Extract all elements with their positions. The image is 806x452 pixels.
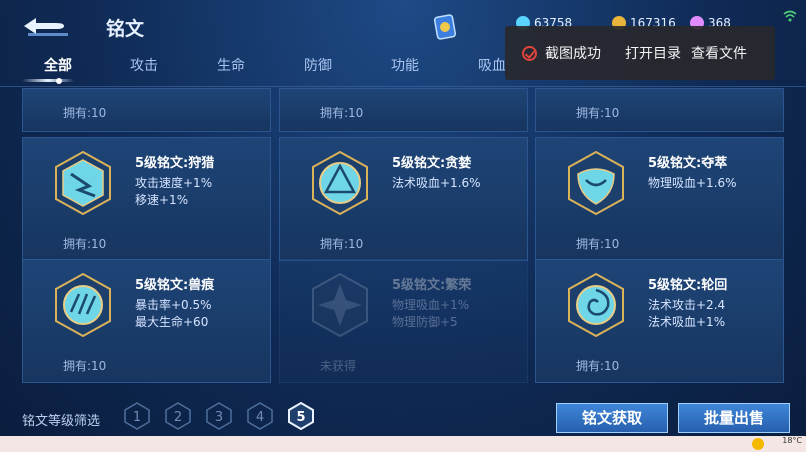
obtain-inscription-button[interactable]: 铭文获取	[556, 403, 668, 433]
inscription-stat: 法术吸血+1%	[648, 315, 726, 329]
level-filter-label: 铭文等级筛选	[22, 414, 101, 429]
level-filter-4[interactable]: 4	[247, 402, 273, 430]
weather-temperature: 18°C	[782, 436, 802, 445]
level-filter-5[interactable]: 5	[288, 402, 314, 430]
header-divider	[0, 86, 806, 87]
system-taskbar: 18°C	[0, 436, 806, 452]
level-filter-3[interactable]: 3	[206, 402, 232, 430]
inscription-card-prosperity[interactable]: 5级铭文:繁荣 物理吸血+1% 物理防御+5 未获得	[279, 259, 528, 383]
inscription-stat: 攻击速度+1%	[135, 176, 213, 190]
inscription-prosperity-icon	[312, 272, 368, 338]
inscription-beast-icon	[55, 272, 111, 338]
tab-all[interactable]: 全部	[44, 55, 72, 75]
level-filter-2[interactable]: 2	[165, 402, 191, 430]
inscription-greed-icon	[312, 150, 368, 216]
inscription-name: 5级铭文:贪婪	[392, 156, 472, 171]
inscription-name: 5级铭文:兽痕	[135, 278, 215, 293]
owned-count: 拥有:10	[63, 237, 107, 251]
inscription-name: 5级铭文:轮回	[648, 278, 728, 293]
screenshot-toast: 截图成功 打开目录 查看文件	[505, 26, 775, 80]
view-file-link[interactable]: 查看文件	[691, 43, 747, 63]
inscription-card[interactable]: 拥有:10	[22, 88, 271, 132]
level-filter-1[interactable]: 1	[124, 402, 150, 430]
level-2-label: 2	[174, 410, 182, 425]
tab-bar: 全部 攻击 生命 防御 功能 吸血	[0, 55, 520, 85]
inscription-card-beast[interactable]: 5级铭文:兽痕 暴击率+0.5% 最大生命+60 拥有:10	[22, 259, 271, 383]
inscription-stat: 法术攻击+2.4	[648, 298, 726, 312]
tab-health[interactable]: 生命	[217, 55, 245, 75]
open-directory-link[interactable]: 打开目录	[625, 43, 681, 63]
inscription-stat: 暴击率+0.5%	[135, 298, 212, 312]
check-circle-icon	[522, 45, 537, 61]
inscription-card-plunder[interactable]: 5级铭文:夺萃 物理吸血+1.6% 拥有:10	[535, 137, 784, 261]
wifi-icon	[783, 10, 797, 22]
level-4-label: 4	[256, 410, 264, 425]
tab-utility[interactable]: 功能	[391, 55, 419, 75]
level-3-label: 3	[215, 410, 223, 425]
inscription-card-hunt[interactable]: 5级铭文:狩猎 攻击速度+1% 移速+1% 拥有:10	[22, 137, 271, 261]
inscription-card-greed[interactable]: 5级铭文:贪婪 法术吸血+1.6% 拥有:10	[279, 137, 528, 261]
owned-count: 拥有:10	[63, 359, 107, 373]
tab-lifesteal[interactable]: 吸血	[478, 55, 506, 75]
owned-count: 拥有:10	[576, 359, 620, 373]
bottom-bar: 铭文等级筛选 1 2 3 4 5 铭文获取 批量出售	[0, 396, 806, 436]
inscription-bag-icon[interactable]	[432, 12, 458, 42]
inscription-name: 5级铭文:夺萃	[648, 156, 728, 171]
inscription-card[interactable]: 拥有:10	[279, 88, 528, 132]
tab-defense[interactable]: 防御	[304, 55, 332, 75]
toast-message: 截图成功	[545, 46, 601, 62]
status-indicator	[778, 10, 802, 40]
inscription-stat: 最大生命+60	[135, 315, 209, 329]
inscription-card[interactable]: 拥有:10	[535, 88, 784, 132]
bulk-sell-button[interactable]: 批量出售	[678, 403, 790, 433]
owned-count: 拥有:10	[63, 106, 107, 120]
inscription-stat: 物理防御+5	[392, 315, 458, 329]
active-tab-dot	[56, 78, 62, 84]
inscription-name: 5级铭文:狩猎	[135, 156, 215, 171]
not-obtained-label: 未获得	[320, 359, 357, 373]
owned-count: 拥有:10	[576, 237, 620, 251]
owned-count: 拥有:10	[576, 106, 620, 120]
inscription-stat: 物理吸血+1.6%	[648, 176, 737, 190]
inscription-stat: 移速+1%	[135, 193, 189, 207]
page-title: 铭文	[106, 18, 145, 40]
inscription-plunder-icon	[568, 150, 624, 216]
active-tab-indicator	[22, 79, 74, 82]
owned-count: 拥有:10	[320, 106, 364, 120]
back-arrow-icon[interactable]	[22, 14, 70, 38]
weather-sun-icon	[752, 438, 764, 450]
inscription-hunt-icon	[55, 150, 111, 216]
inscription-reincarnation-icon	[568, 272, 624, 338]
level-5-label: 5	[296, 410, 305, 425]
inscription-card-reincarnation[interactable]: 5级铭文:轮回 法术攻击+2.4 法术吸血+1% 拥有:10	[535, 259, 784, 383]
inscription-name: 5级铭文:繁荣	[392, 278, 472, 293]
tab-attack[interactable]: 攻击	[130, 55, 158, 75]
inscription-stat: 物理吸血+1%	[392, 298, 470, 312]
level-1-label: 1	[133, 410, 141, 425]
inscription-stat: 法术吸血+1.6%	[392, 176, 481, 190]
owned-count: 拥有:10	[320, 237, 364, 251]
